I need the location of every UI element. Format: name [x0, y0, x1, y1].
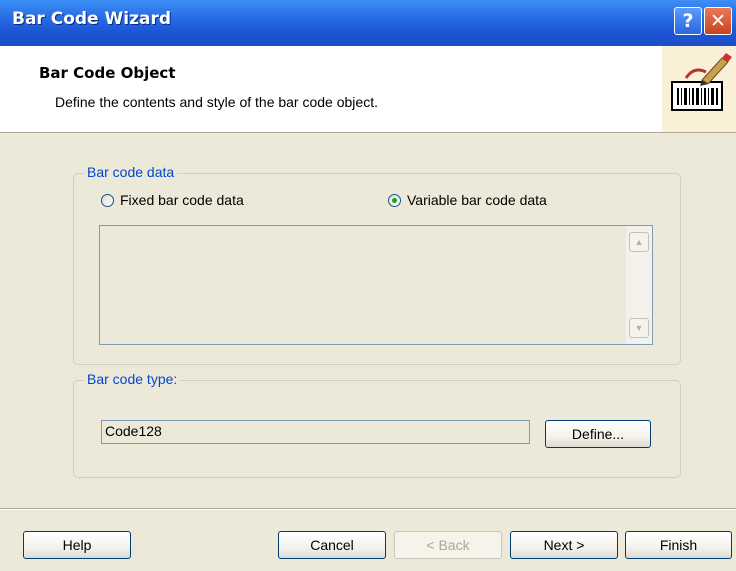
finish-button[interactable]: Finish [625, 531, 732, 559]
variable-bar-code-data-radio[interactable]: Variable bar code data [388, 192, 547, 208]
fixed-bar-code-data-label: Fixed bar code data [120, 192, 244, 208]
wizard-header: Bar Code Object Define the contents and … [0, 46, 736, 133]
bar-code-type-legend: Bar code type: [84, 371, 181, 387]
close-button[interactable]: ✕ [704, 7, 732, 35]
variable-bar-code-data-label: Variable bar code data [407, 192, 547, 208]
page-title: Bar Code Object [39, 64, 176, 82]
help-title-button[interactable]: ? [674, 7, 702, 35]
bar-code-data-legend: Bar code data [84, 164, 178, 180]
fixed-bar-code-data-radio[interactable]: Fixed bar code data [101, 192, 244, 208]
page-subtitle: Define the contents and style of the bar… [55, 94, 378, 110]
radio-checked-icon[interactable] [388, 193, 401, 207]
scroll-up-arrow-icon[interactable]: ▲ [629, 232, 649, 252]
footer-divider [0, 508, 736, 510]
bar-code-data-textarea[interactable]: ▲ ▼ [99, 225, 653, 345]
vertical-scrollbar[interactable]: ▲ ▼ [626, 226, 652, 344]
help-button[interactable]: Help [23, 531, 131, 559]
define-button[interactable]: Define... [545, 420, 651, 448]
title-bar[interactable]: Bar Code Wizard ? ✕ [0, 0, 736, 46]
bar-code-type-field: Code128 [101, 420, 530, 444]
cancel-button[interactable]: Cancel [278, 531, 386, 559]
back-button[interactable]: < Back [394, 531, 502, 559]
next-button[interactable]: Next > [510, 531, 618, 559]
scroll-down-arrow-icon[interactable]: ▼ [629, 318, 649, 338]
barcode-wizard-icon [662, 46, 736, 132]
window-title: Bar Code Wizard [12, 9, 172, 29]
radio-unchecked-icon[interactable] [101, 193, 114, 207]
